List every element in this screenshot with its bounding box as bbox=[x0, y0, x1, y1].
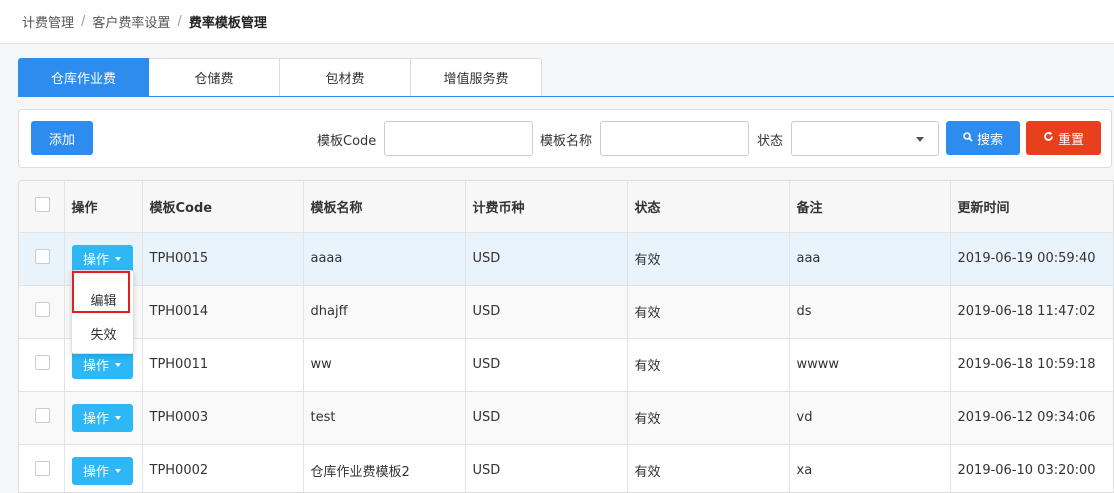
row-action-button[interactable]: 操作 bbox=[71, 350, 133, 379]
caret-down-icon bbox=[115, 362, 121, 367]
status-label: 状态 bbox=[757, 134, 784, 149]
cell-remark: vd bbox=[789, 391, 951, 445]
reset-button-label: 重置 bbox=[1057, 131, 1084, 147]
cell-name: dhajff bbox=[303, 285, 466, 339]
cell-currency: USD bbox=[465, 444, 628, 492]
cell-remark: aaa bbox=[789, 232, 951, 286]
cell-code: TPH0002 bbox=[142, 444, 304, 492]
disable-menu-item[interactable]: 失效 bbox=[72, 317, 135, 349]
tab-storage[interactable]: 仓储费 bbox=[149, 58, 280, 97]
row-checkbox[interactable] bbox=[35, 355, 50, 370]
tab-underline bbox=[18, 96, 1114, 97]
template-code-input[interactable] bbox=[384, 121, 533, 156]
cell-updated: 2019-06-10 03:20:00 bbox=[950, 444, 1113, 492]
cell-code: TPH0003 bbox=[142, 391, 304, 445]
tab-warehouse-operation[interactable]: 仓库作业费 bbox=[18, 58, 149, 97]
caret-down-icon bbox=[115, 415, 121, 420]
main-content: 仓库作业费 仓储费 包材费 增值服务费 添加 模板Code 模板名称 状态 搜索… bbox=[0, 44, 1114, 493]
reset-button[interactable]: 重置 bbox=[1026, 121, 1101, 155]
refresh-icon bbox=[1043, 131, 1054, 145]
column-header-currency[interactable]: 计费币种 bbox=[465, 181, 628, 233]
select-all-checkbox[interactable] bbox=[35, 196, 50, 212]
column-header-updated[interactable]: 更新时间 bbox=[950, 181, 1113, 233]
filter-panel: 添加 模板Code 模板名称 状态 搜索 重置 bbox=[18, 109, 1112, 168]
row-checkbox[interactable] bbox=[35, 249, 50, 264]
row-action-label: 操作 bbox=[82, 359, 109, 374]
cell-status: 有效 bbox=[627, 232, 790, 286]
breadcrumb-item-billing[interactable]: 计费管理 bbox=[22, 12, 74, 31]
breadcrumb-item-current: 费率模板管理 bbox=[188, 16, 267, 31]
select-all-cell bbox=[19, 181, 65, 233]
breadcrumb-item-customer-rate[interactable]: 客户费率设置 bbox=[92, 12, 170, 31]
search-button[interactable]: 搜索 bbox=[946, 121, 1020, 155]
chevron-down-icon bbox=[916, 137, 924, 142]
cell-code: TPH0011 bbox=[142, 338, 304, 392]
cell-status: 有效 bbox=[627, 338, 790, 392]
row-checkbox[interactable] bbox=[35, 302, 50, 317]
cell-name: test bbox=[303, 391, 466, 445]
row-checkbox[interactable] bbox=[35, 408, 50, 423]
template-table: 操作 模板Code 模板名称 计费币种 状态 备注 更新时间 操作 TPH001… bbox=[18, 180, 1114, 493]
row-action-button[interactable]: 操作 bbox=[71, 403, 133, 432]
tab-value-added[interactable]: 增值服务费 bbox=[411, 58, 542, 97]
cell-status: 有效 bbox=[627, 285, 790, 339]
cell-status: 有效 bbox=[627, 444, 790, 492]
cell-remark: ds bbox=[789, 285, 951, 339]
table-row[interactable]: 操作 TPH0015 aaaa USD 有效 aaa 2019-06-19 00… bbox=[19, 232, 1113, 286]
column-header-code[interactable]: 模板Code bbox=[142, 181, 304, 233]
template-name-label: 模板名称 bbox=[540, 134, 593, 149]
column-header-remark[interactable]: 备注 bbox=[789, 181, 951, 233]
cell-updated: 2019-06-18 11:47:02 bbox=[950, 285, 1113, 339]
row-action-button[interactable]: 操作 bbox=[71, 456, 133, 485]
template-name-input[interactable] bbox=[600, 121, 749, 156]
breadcrumb-separator: / bbox=[81, 14, 86, 29]
cell-name: ww bbox=[303, 338, 466, 392]
tab-packaging[interactable]: 包材费 bbox=[280, 58, 411, 97]
cell-code: TPH0015 bbox=[142, 232, 304, 286]
breadcrumb-separator: / bbox=[177, 14, 182, 29]
table-row[interactable]: 操作 TPH0002 仓库作业费模板2 USD 有效 xa 2019-06-10… bbox=[19, 444, 1113, 492]
cell-code: TPH0014 bbox=[142, 285, 304, 339]
table-header-row: 操作 模板Code 模板名称 计费币种 状态 备注 更新时间 bbox=[19, 181, 1113, 233]
template-code-label: 模板Code bbox=[317, 134, 377, 149]
cell-remark: wwww bbox=[789, 338, 951, 392]
row-action-label: 操作 bbox=[82, 253, 109, 268]
row-action-label: 操作 bbox=[82, 465, 109, 480]
table-row[interactable]: TPH0014 dhajff USD 有效 ds 2019-06-18 11:4… bbox=[19, 285, 1113, 339]
cell-updated: 2019-06-12 09:34:06 bbox=[950, 391, 1113, 445]
cell-updated: 2019-06-18 10:59:18 bbox=[950, 338, 1113, 392]
column-header-name[interactable]: 模板名称 bbox=[303, 181, 466, 233]
table-row[interactable]: 操作 TPH0011 ww USD 有效 wwww 2019-06-18 10:… bbox=[19, 338, 1113, 392]
cell-currency: USD bbox=[465, 391, 628, 445]
cell-status: 有效 bbox=[627, 391, 790, 445]
cell-currency: USD bbox=[465, 232, 628, 286]
cell-remark: xa bbox=[789, 444, 951, 492]
cell-currency: USD bbox=[465, 338, 628, 392]
column-header-actions: 操作 bbox=[64, 181, 143, 233]
cell-name: 仓库作业费模板2 bbox=[303, 444, 466, 492]
search-icon bbox=[963, 131, 973, 145]
breadcrumb: 计费管理 / 客户费率设置 / 费率模板管理 bbox=[0, 0, 1114, 44]
row-action-label: 操作 bbox=[82, 412, 109, 427]
search-button-label: 搜索 bbox=[976, 131, 1003, 147]
cell-name: aaaa bbox=[303, 232, 466, 286]
cell-updated: 2019-06-19 00:59:40 bbox=[950, 232, 1113, 286]
highlight-box bbox=[72, 271, 130, 313]
caret-down-icon bbox=[115, 256, 121, 261]
status-select[interactable] bbox=[791, 121, 939, 156]
row-checkbox[interactable] bbox=[35, 461, 50, 476]
table-row[interactable]: 操作 TPH0003 test USD 有效 vd 2019-06-12 09:… bbox=[19, 391, 1113, 445]
tab-bar: 仓库作业费 仓储费 包材费 增值服务费 bbox=[18, 58, 542, 97]
add-button[interactable]: 添加 bbox=[31, 121, 93, 155]
caret-down-icon bbox=[115, 468, 121, 473]
column-header-status[interactable]: 状态 bbox=[627, 181, 790, 233]
row-action-button[interactable]: 操作 bbox=[71, 244, 133, 273]
cell-currency: USD bbox=[465, 285, 628, 339]
